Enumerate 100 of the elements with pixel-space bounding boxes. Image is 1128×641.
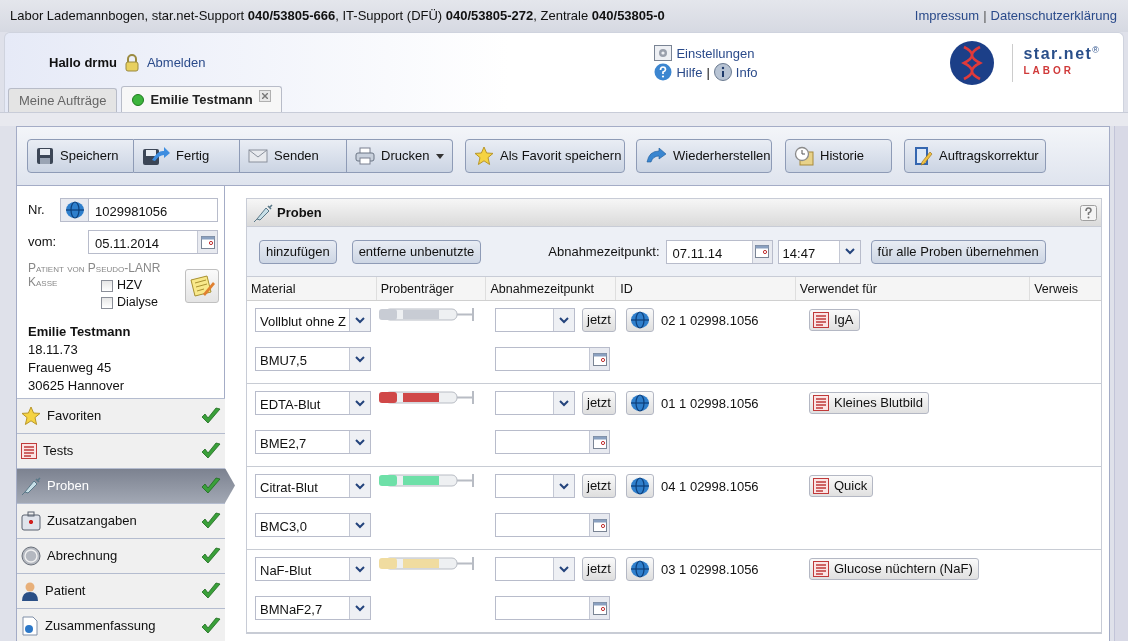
material-select[interactable]: NaF-Blut <box>255 557 371 581</box>
chevron-icon <box>559 482 569 490</box>
icon-button[interactable] <box>626 474 654 498</box>
toolbar-button[interactable]: Drucken <box>347 139 453 173</box>
list-icon <box>813 478 829 494</box>
date-field[interactable] <box>495 513 610 537</box>
close-button[interactable] <box>258 90 271 102</box>
globe-icon <box>630 477 650 495</box>
now-button[interactable]: jetzt <box>582 308 616 332</box>
syringe-icon <box>253 202 273 223</box>
tab[interactable]: Emilie Testmann <box>121 86 282 112</box>
test-button[interactable]: Glucose nüchtern (NaF) <box>809 558 979 580</box>
icon-button[interactable] <box>60 198 88 222</box>
calendar-icon <box>592 518 607 532</box>
scrollbar[interactable] <box>1114 126 1128 641</box>
info-icon <box>713 63 732 81</box>
notepad-pencil-icon <box>188 274 215 298</box>
clock-icon <box>794 146 814 166</box>
container-select[interactable]: BMU7,5 <box>255 347 371 371</box>
date-field[interactable]: 05.11.2014 <box>88 230 218 254</box>
toolbar-button[interactable]: Historie <box>785 139 892 173</box>
add-button[interactable]: hinzufügen <box>259 239 337 264</box>
material-select[interactable]: Citrat-Blut <box>255 474 371 498</box>
sidebar-item[interactable]: Tests <box>17 433 225 468</box>
now-button[interactable]: jetzt <box>582 557 616 581</box>
checkbox-label: Dialyse <box>117 294 158 312</box>
calendar-icon <box>755 245 770 258</box>
date-field[interactable]: 07.11.14 <box>665 239 773 264</box>
chevron-icon <box>355 438 365 446</box>
tab[interactable]: Meine Aufträge <box>8 88 118 112</box>
apply-all-button[interactable]: für alle Proben übernehmen <box>870 239 1046 264</box>
printer-icon <box>355 147 375 165</box>
checkbox[interactable] <box>101 296 113 309</box>
order-number-field[interactable]: 1029981056 <box>88 198 218 222</box>
globe-icon <box>630 560 650 578</box>
panel-title: Proben <box>277 203 322 222</box>
container-select[interactable]: BME2,7 <box>255 430 371 454</box>
info-link[interactable]: Info <box>735 62 758 82</box>
container-select[interactable]: BMC3,0 <box>255 513 371 537</box>
date-field[interactable] <box>495 430 610 454</box>
icon-button[interactable] <box>626 391 654 415</box>
check-icon <box>201 547 221 565</box>
sidebar-item[interactable]: Zusatzangaben <box>17 503 225 538</box>
toolbar-button[interactable]: Speichern <box>27 139 134 173</box>
field-label: vom: <box>28 233 58 252</box>
helix-logo-icon <box>950 40 995 85</box>
time-select[interactable] <box>495 557 575 581</box>
check-icon <box>201 582 221 600</box>
floppy-arrow-icon <box>142 146 170 166</box>
time-select[interactable] <box>495 391 575 415</box>
now-button[interactable]: jetzt <box>582 391 616 415</box>
calendar-icon <box>592 601 607 615</box>
settings-link[interactable]: Einstellungen <box>676 43 755 63</box>
settings-icon <box>654 45 673 61</box>
list-icon <box>813 312 829 328</box>
help-icon <box>654 63 673 81</box>
container-select[interactable]: BMNaF2,7 <box>255 596 371 620</box>
check-icon <box>201 512 221 530</box>
greeting: Hallo drmu <box>49 53 117 72</box>
globe-icon <box>630 311 650 329</box>
checkbox[interactable] <box>101 279 113 292</box>
sidebar-item[interactable]: Zusammenfassung <box>17 608 225 641</box>
footer-link[interactable]: Impressum <box>914 6 980 26</box>
globe-icon <box>630 394 650 412</box>
note-button[interactable] <box>184 269 219 303</box>
toolbar-button[interactable]: Auftragskorrektur <box>904 139 1046 173</box>
sidebar-item[interactable]: Abrechnung <box>17 538 225 573</box>
icon-button[interactable] <box>626 308 654 332</box>
toolbar-button[interactable]: Wiederherstellen <box>636 139 772 173</box>
test-button[interactable]: IgA <box>809 309 860 331</box>
sidebar-item[interactable]: Patient <box>17 573 225 608</box>
test-button[interactable]: Kleines Blutbild <box>809 392 929 414</box>
star-icon <box>21 406 41 426</box>
help-link[interactable]: Hilfe <box>676 62 703 82</box>
icon-button[interactable] <box>626 557 654 581</box>
material-select[interactable]: Vollblut ohne Z <box>255 308 371 332</box>
calendar-icon <box>200 235 215 249</box>
column-header: Verweis <box>1033 281 1079 298</box>
column-header: Abnahmezeitpunkt <box>486 277 617 300</box>
notebook-pencil-icon <box>913 146 933 166</box>
sidebar-item[interactable]: Favoriten <box>17 398 225 433</box>
test-button[interactable]: Quick <box>809 475 874 497</box>
sample-id: 03 1 02998.1056 <box>661 561 759 579</box>
sample-id: 02 1 02998.1056 <box>661 312 759 330</box>
date-field[interactable] <box>495 347 610 371</box>
date-field[interactable] <box>495 596 610 620</box>
time-select[interactable] <box>495 474 575 498</box>
time-select[interactable]: 14:47 <box>777 239 861 264</box>
material-select[interactable]: EDTA-Blut <box>255 391 371 415</box>
toolbar-button[interactable]: Fertig <box>134 139 240 173</box>
now-button[interactable]: jetzt <box>582 474 616 498</box>
toolbar-button[interactable]: Senden <box>240 139 347 173</box>
footer-link[interactable]: Datenschutzerklärung <box>990 6 1117 26</box>
logout-link[interactable]: Abmelden <box>146 52 206 73</box>
toolbar-button[interactable]: Als Favorit speichern <box>465 139 625 173</box>
column-header: Material <box>247 277 377 300</box>
insurance-label: Kasse <box>28 275 59 291</box>
chevron-icon <box>559 399 569 407</box>
remove-unused-button[interactable]: entferne unbenutzte <box>351 239 482 264</box>
time-select[interactable] <box>495 308 575 332</box>
